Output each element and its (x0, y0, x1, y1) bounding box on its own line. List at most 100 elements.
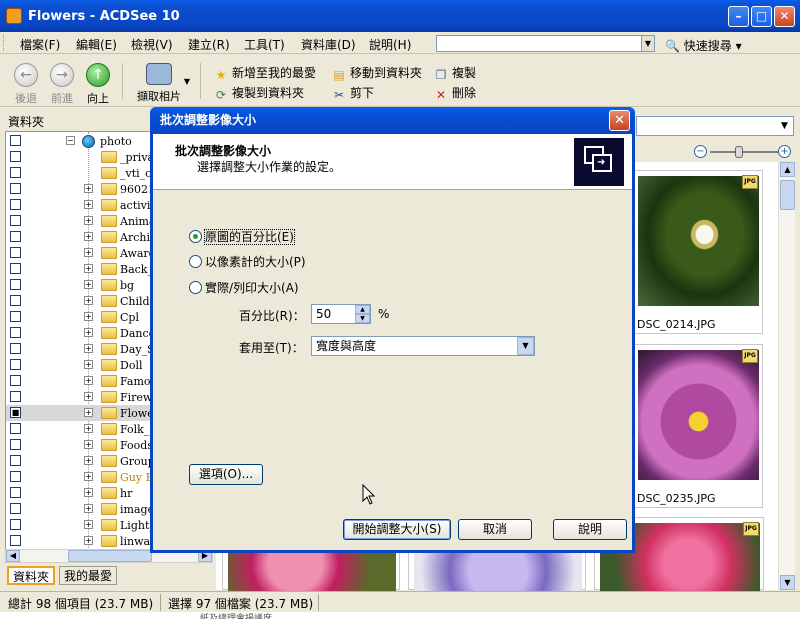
address-bar[interactable] (636, 116, 794, 136)
expand-toggle-icon[interactable]: + (84, 424, 93, 433)
folder-checkbox[interactable] (10, 231, 21, 242)
option-size-in-pixels[interactable]: 以像素計的大小(P) (189, 253, 306, 270)
menu-database[interactable]: 資料庫(D) (301, 36, 356, 53)
scroll-left-button[interactable]: ◀ (6, 550, 20, 562)
folder-checkbox[interactable] (10, 215, 21, 226)
search-dropdown-button[interactable]: ▼ (641, 35, 655, 52)
zoom-in-button[interactable]: + (778, 145, 791, 158)
menu-tools[interactable]: 工具(T) (244, 36, 285, 53)
expand-toggle-icon[interactable]: + (84, 232, 93, 241)
copy-button[interactable]: ❐ 複製 (434, 64, 476, 82)
thumbnail-item[interactable]: JPG DSC_0235.JPG (632, 344, 763, 508)
minimize-button[interactable]: – (728, 6, 749, 27)
cut-button[interactable]: ✂ 剪下 (332, 84, 374, 102)
tab-folders[interactable]: 資料夾 (7, 566, 56, 585)
folder-checkbox[interactable]: ■ (10, 407, 21, 418)
start-resize-button[interactable]: 開始調整大小(S) (343, 519, 451, 540)
expand-toggle-icon[interactable]: + (84, 216, 93, 225)
help-button[interactable]: 說明 (553, 519, 627, 540)
option-actual-print-size[interactable]: 實際/列印大小(A) (189, 279, 299, 296)
folder-checkbox[interactable] (10, 279, 21, 290)
option-percent-of-original[interactable]: 原圖的百分比(E) (189, 228, 295, 245)
maximize-button[interactable]: □ (751, 6, 772, 27)
copy-to-folder-button[interactable]: ⟳ 複製到資料夾 (214, 84, 304, 102)
folder-checkbox[interactable] (10, 471, 21, 482)
folder-checkbox[interactable] (10, 247, 21, 258)
folder-checkbox[interactable] (10, 487, 21, 498)
menu-help[interactable]: 說明(H) (369, 36, 411, 53)
thumbnail-zoom-slider[interactable]: − + (694, 144, 794, 160)
quick-search-button[interactable]: 🔍 快速搜尋 ▾ (665, 37, 742, 54)
radio-button[interactable] (189, 255, 202, 268)
back-button[interactable]: ← 後退 (6, 63, 46, 106)
folder-checkbox[interactable] (10, 503, 21, 514)
folder-checkbox[interactable] (10, 519, 21, 530)
apply-to-select[interactable]: 寬度與高度 (311, 336, 535, 356)
expand-toggle-icon[interactable]: + (84, 520, 93, 529)
expand-toggle-icon[interactable]: + (84, 296, 93, 305)
menu-edit[interactable]: 編輯(E) (76, 36, 117, 53)
file-list-vertical-scrollbar[interactable]: ▲ ▼ (778, 162, 795, 590)
folder-checkbox[interactable] (10, 535, 21, 546)
up-button[interactable]: ↑ 向上 (78, 63, 118, 106)
forward-button[interactable]: → 前進 (42, 63, 82, 106)
collapse-toggle-icon[interactable]: − (66, 136, 75, 145)
spin-up-button[interactable]: ▲ (355, 305, 370, 314)
scroll-down-button[interactable]: ▼ (780, 575, 795, 590)
folder-checkbox[interactable] (10, 375, 21, 386)
menu-create[interactable]: 建立(R) (188, 36, 230, 53)
spin-down-button[interactable]: ▼ (355, 314, 370, 323)
folder-checkbox[interactable] (10, 391, 21, 402)
window-title-bar[interactable]: Flowers - ACDSee 10 – □ ✕ (0, 0, 800, 32)
expand-toggle-icon[interactable]: + (84, 200, 93, 209)
scrollbar-thumb[interactable] (68, 550, 152, 562)
expand-toggle-icon[interactable]: + (84, 264, 93, 273)
expand-toggle-icon[interactable]: + (84, 248, 93, 257)
zoom-out-button[interactable]: − (694, 145, 707, 158)
address-dropdown-button[interactable]: ▼ (776, 117, 793, 135)
options-button[interactable]: 選項(O)... (189, 464, 263, 485)
folder-checkbox[interactable] (10, 183, 21, 194)
expand-toggle-icon[interactable]: + (84, 360, 93, 369)
percent-spinner[interactable]: ▲ ▼ (355, 305, 370, 323)
menu-file[interactable]: 檔案(F) (20, 36, 60, 53)
close-window-button[interactable]: ✕ (774, 6, 795, 27)
menu-view[interactable]: 檢視(V) (131, 36, 173, 53)
folder-checkbox[interactable] (10, 439, 21, 450)
scrollbar-thumb[interactable] (780, 180, 795, 210)
expand-toggle-icon[interactable]: + (84, 504, 93, 513)
folder-checkbox[interactable] (10, 295, 21, 306)
capture-photos-button[interactable]: 擷取相片 ▼ (132, 63, 190, 104)
folder-checkbox[interactable] (10, 135, 21, 146)
expand-toggle-icon[interactable]: + (84, 456, 93, 465)
expand-toggle-icon[interactable]: + (84, 472, 93, 481)
tab-favorites[interactable]: 我的最愛 (59, 566, 118, 585)
scroll-up-button[interactable]: ▲ (780, 162, 795, 177)
thumbnail-item[interactable]: JPG DSC_0214.JPG (632, 170, 763, 334)
add-to-favorites-button[interactable]: ★ 新增至我的最愛 (214, 64, 316, 82)
folder-checkbox[interactable] (10, 199, 21, 210)
folder-checkbox[interactable] (10, 455, 21, 466)
expand-toggle-icon[interactable]: + (84, 536, 93, 545)
delete-button[interactable]: ✕ 刪除 (434, 84, 476, 102)
radio-button[interactable] (189, 230, 202, 243)
move-to-folder-button[interactable]: ▤ 移動到資料夾 (332, 64, 422, 82)
expand-toggle-icon[interactable]: + (84, 440, 93, 449)
folder-checkbox[interactable] (10, 151, 21, 162)
expand-toggle-icon[interactable]: + (84, 392, 93, 401)
expand-toggle-icon[interactable]: + (84, 312, 93, 321)
expand-toggle-icon[interactable]: + (84, 328, 93, 337)
expand-toggle-icon[interactable]: + (84, 184, 93, 193)
expand-toggle-icon[interactable]: + (84, 376, 93, 385)
folder-checkbox[interactable] (10, 167, 21, 178)
apply-to-dropdown-button[interactable]: ▼ (517, 337, 534, 355)
expand-toggle-icon[interactable]: + (84, 344, 93, 353)
folder-checkbox[interactable] (10, 359, 21, 370)
folder-checkbox[interactable] (10, 423, 21, 434)
expand-toggle-icon[interactable]: + (84, 488, 93, 497)
cancel-button[interactable]: 取消 (458, 519, 532, 540)
folder-checkbox[interactable] (10, 263, 21, 274)
radio-button[interactable] (189, 281, 202, 294)
expand-toggle-icon[interactable]: + (84, 408, 93, 417)
expand-toggle-icon[interactable]: + (84, 280, 93, 289)
